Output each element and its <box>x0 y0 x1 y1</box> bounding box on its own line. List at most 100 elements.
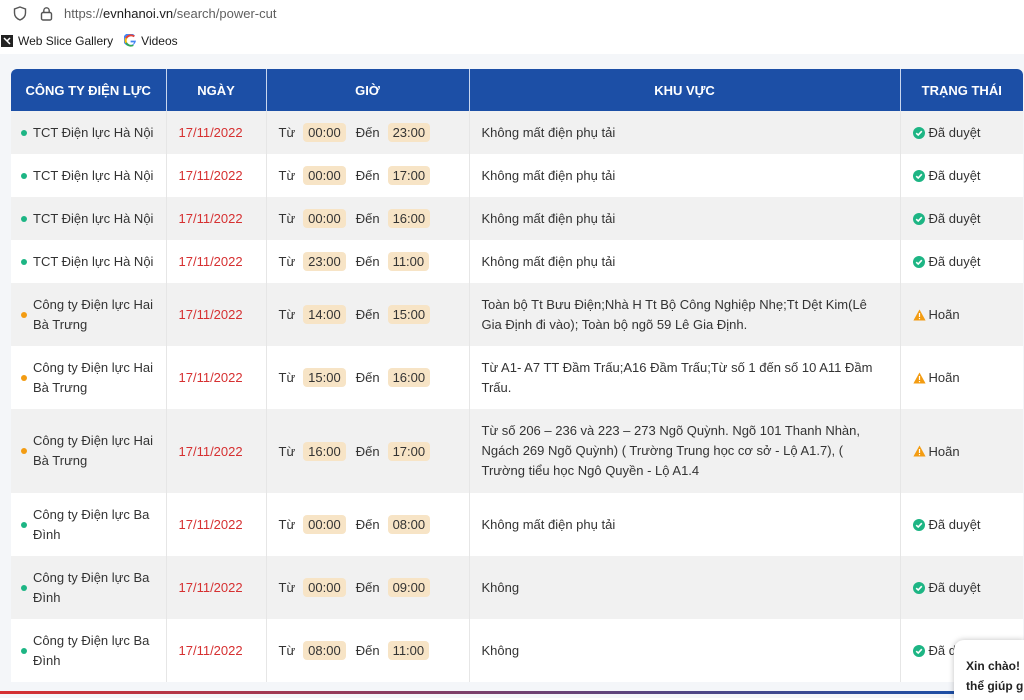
cell-area: Không mất điện phụ tải <box>469 197 901 240</box>
status-text: Hoãn <box>928 370 960 385</box>
status-text: Đã duyệt <box>928 254 981 269</box>
status-dot <box>21 258 27 265</box>
date-text: 17/11/2022 <box>178 643 243 658</box>
cell-area: Không mất điện phụ tải <box>469 240 901 283</box>
cell-date: 17/11/2022 <box>166 409 267 493</box>
to-label: Đến <box>355 580 380 595</box>
address-bar[interactable]: https://evnhanoi.vn/search/power-cut <box>0 0 1024 27</box>
cell-area: Từ A1- A7 TT Đầm Trấu;A16 Đầm Trấu;Từ số… <box>469 346 901 409</box>
cell-status: Đã duyệt <box>900 556 1023 619</box>
status-dot <box>21 448 27 454</box>
cell-time: Từ 15:00 Đến 16:00 <box>266 346 470 409</box>
from-time: 00:00 <box>303 578 346 597</box>
url-text[interactable]: https://evnhanoi.vn/search/power-cut <box>64 6 276 21</box>
check-circle-icon <box>913 169 926 182</box>
from-time: 16:00 <box>303 441 346 461</box>
date-text: 17/11/2022 <box>178 307 243 322</box>
cell-date: 17/11/2022 <box>166 493 267 556</box>
header-time: GIỜ <box>266 69 470 111</box>
status-dot <box>21 311 27 318</box>
cell-company: Công ty Điện lực Hai Bà Trưng <box>11 346 167 409</box>
to-time: 11:00 <box>387 641 430 660</box>
area-text: Từ A1- A7 TT Đầm Trấu;A16 Đầm Trấu;Từ số… <box>481 359 873 395</box>
header-date: NGÀY <box>166 69 267 111</box>
to-label: Đến <box>355 307 380 322</box>
favorite-label: Videos <box>141 33 178 48</box>
cell-time: Từ 16:00 Đến 17:00 <box>266 409 470 493</box>
cell-company: TCT Điện lực Hà Nội <box>11 197 167 240</box>
cell-date: 17/11/2022 <box>166 556 267 619</box>
to-time: 17:00 <box>387 166 431 185</box>
url-prefix: https:// <box>64 6 104 21</box>
to-time: 15:00 <box>387 305 431 324</box>
status-text: Đã duyệt <box>928 125 981 140</box>
company-name: Công ty Điện lực Ba Đình <box>33 569 150 605</box>
cell-company: TCT Điện lực Hà Nội <box>11 240 167 283</box>
status-dot <box>21 172 27 179</box>
from-label: Từ <box>278 370 296 385</box>
to-time: 17:00 <box>387 441 431 461</box>
bottom-accent-strip <box>0 691 960 694</box>
table-row: Công ty Điện lực Hai Bà Trưng 17/11/2022 T… <box>11 283 1023 346</box>
cell-company: Công ty Điện lực Ba Đình <box>11 493 167 556</box>
cell-date: 17/11/2022 <box>166 619 267 682</box>
area-text: Không mất điện phụ tải <box>481 210 616 226</box>
chat-widget[interactable]: Xin chào! thể giúp g <box>954 640 1024 700</box>
from-label: Từ <box>278 443 296 459</box>
area-text: Toàn bộ Tt Bưu Điện;Nhà H Tt Bộ Công Ngh… <box>481 296 867 332</box>
area-text: Không mất điện phụ tải <box>481 516 616 532</box>
company-name: Công ty Điện lực Hai Bà Trưng <box>33 433 153 468</box>
status-dot <box>21 374 27 381</box>
cell-status: Đã duyệt <box>900 240 1023 283</box>
status-text: Đã d <box>928 643 956 658</box>
header-company: CÔNG TY ĐIỆN LỰC <box>11 69 167 111</box>
date-text: 17/11/2022 <box>178 254 243 269</box>
to-label: Đến <box>355 211 380 226</box>
from-time: 00:00 <box>303 209 346 228</box>
status-text: Hoãn <box>928 307 960 322</box>
status-dot <box>21 647 27 654</box>
from-time: 14:00 <box>303 305 346 324</box>
area-text: Không mất điện phụ tải <box>481 253 616 269</box>
check-circle-icon <box>913 212 926 225</box>
area-text: Không <box>481 579 520 595</box>
cell-time: Từ 00:00 Đến 09:00 <box>266 556 470 619</box>
date-text: 17/11/2022 <box>178 580 243 595</box>
area-text: Không <box>481 642 520 658</box>
favorite-web-slice-gallery[interactable]: Web Slice Gallery <box>0 34 113 48</box>
lock-icon[interactable] <box>38 6 54 22</box>
table-row: Công ty Điện lực Ba Đình 17/11/2022 Từ 00:0… <box>11 556 1023 619</box>
area-text: Từ số 206 – 236 và 223 – 273 Ngõ Quỳnh. … <box>481 423 861 478</box>
favorite-videos[interactable]: Videos <box>123 33 178 48</box>
table-row: Công ty Điện lực Hai Bà Trưng 17/11/2022 T… <box>11 409 1023 493</box>
status-text: Đã duyệt <box>928 517 981 532</box>
power-cut-table-container: CÔNG TY ĐIỆN LỰC NGÀY GIỜ KHU VỰC TRẠNG … <box>11 69 1023 682</box>
status-text: Đã duyệt <box>928 211 981 226</box>
shield-icon[interactable] <box>12 6 28 22</box>
cell-status: Hoãn <box>900 283 1023 346</box>
cell-company: Công ty Điện lực Ba Đình <box>11 556 167 619</box>
warning-icon <box>912 308 926 321</box>
cell-time: Từ 08:00 Đến 11:00 <box>266 619 470 682</box>
area-text: Không mất điện phụ tải <box>481 124 616 140</box>
cell-date: 17/11/2022 <box>166 154 267 197</box>
to-label: Đến <box>355 125 380 140</box>
warning-icon <box>912 371 926 384</box>
cell-company: Công ty Điện lực Hai Bà Trưng <box>11 283 167 346</box>
cell-time: Từ 00:00 Đến 16:00 <box>266 197 470 240</box>
cell-status: Đã duyệt <box>900 197 1023 240</box>
url-path: /search/power-cut <box>173 6 277 21</box>
cell-status: Hoãn <box>900 346 1023 409</box>
to-label: Đến <box>355 168 380 183</box>
cell-company: TCT Điện lực Hà Nội <box>11 111 167 154</box>
chat-greeting: Xin chào! <box>966 659 1021 673</box>
cell-area: Không <box>469 619 901 682</box>
company-name: Công ty Điện lực Hai Bà Trưng <box>33 359 153 395</box>
company-name: Công ty Điện lực Hai Bà Trưng <box>33 296 153 332</box>
status-dot <box>21 215 27 222</box>
check-circle-icon <box>913 126 926 139</box>
cell-time: Từ 00:00 Đến 08:00 <box>266 493 470 556</box>
cell-area: Không mất điện phụ tải <box>469 111 901 154</box>
from-time: 08:00 <box>303 641 346 660</box>
favorites-bar: Web Slice Gallery Videos <box>0 27 1024 54</box>
